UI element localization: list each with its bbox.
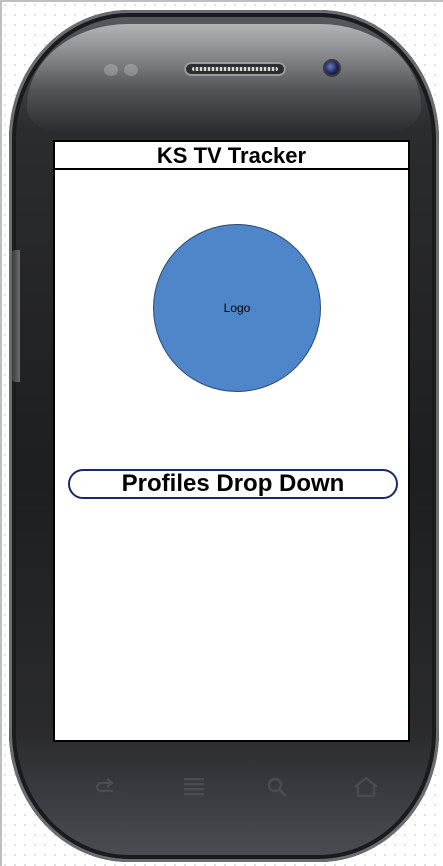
- front-camera: [325, 61, 339, 75]
- phone-glass-reflection: [27, 24, 421, 134]
- volume-side-button: [12, 250, 20, 382]
- back-icon[interactable]: [90, 775, 122, 805]
- proximity-sensor: [104, 64, 144, 76]
- app-title: KS TV Tracker: [156, 143, 307, 168]
- menu-icon[interactable]: [178, 775, 210, 805]
- profiles-dropdown[interactable]: Profiles Drop Down: [68, 469, 398, 499]
- title-bar: KS TV Tracker: [55, 142, 408, 170]
- home-icon[interactable]: [350, 775, 382, 805]
- phone-screen: KS TV Tracker Logo Profiles Drop Down: [53, 140, 410, 742]
- logo-placeholder: Logo: [153, 224, 321, 392]
- earpiece-speaker: [184, 62, 286, 76]
- logo-label: Logo: [223, 301, 251, 315]
- profiles-dropdown-label: Profiles Drop Down: [121, 470, 345, 497]
- search-icon[interactable]: [262, 775, 294, 805]
- speaker-grille: [192, 67, 278, 71]
